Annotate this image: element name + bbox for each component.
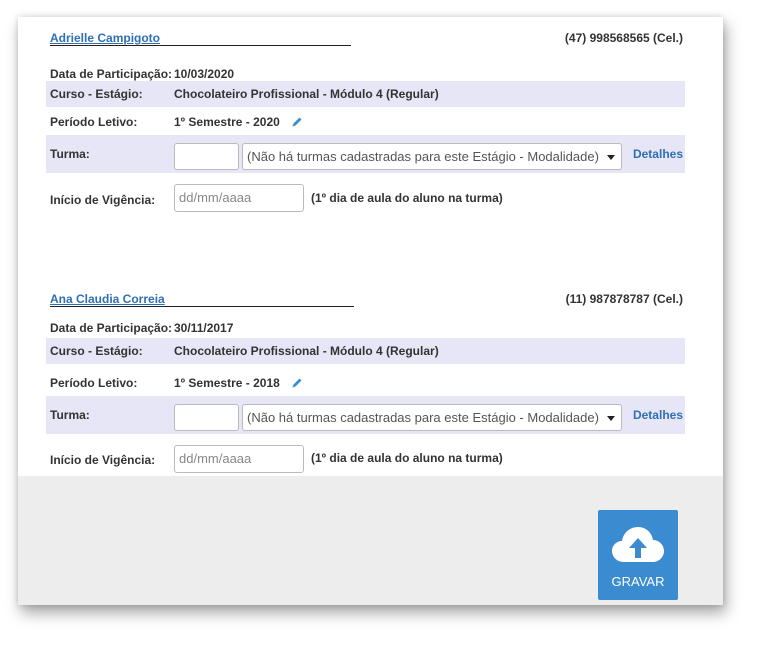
save-button-label: GRAVAR bbox=[611, 574, 665, 589]
course-row: Curso - Estágio: Chocolateiro Profission… bbox=[46, 338, 685, 364]
class-code-input[interactable] bbox=[174, 143, 239, 170]
period-row: Período Letivo: 1º Semestre - 2020 bbox=[46, 109, 685, 135]
details-link[interactable]: Detalhes bbox=[633, 147, 683, 161]
student-name-link[interactable]: Ana Claudia Correia bbox=[50, 292, 165, 306]
participation-date: 10/03/2020 bbox=[174, 67, 235, 81]
start-date-placeholder: dd/mm/aaaa bbox=[179, 190, 252, 205]
students-list: Adrielle Campigoto (47) 998568565 (Cel.)… bbox=[18, 17, 723, 476]
name-underline bbox=[50, 45, 351, 46]
period-row: Período Letivo: 1º Semestre - 2018 bbox=[46, 370, 685, 396]
period-value-wrap: 1º Semestre - 2018 bbox=[174, 376, 303, 390]
chevron-down-icon bbox=[607, 155, 615, 160]
save-button[interactable]: GRAVAR bbox=[598, 510, 678, 600]
class-row: Turma: (Não há turmas cadastradas para e… bbox=[46, 135, 685, 173]
class-code-input[interactable] bbox=[174, 404, 239, 431]
course-value: Chocolateiro Profissional - Módulo 4 (Re… bbox=[174, 344, 439, 358]
start-date-input[interactable]: dd/mm/aaaa bbox=[174, 445, 304, 473]
start-hint: (1º dia de aula do aluno na turma) bbox=[311, 451, 503, 465]
start-date-placeholder: dd/mm/aaaa bbox=[179, 451, 252, 466]
details-link[interactable]: Detalhes bbox=[633, 408, 683, 422]
class-label: Turma: bbox=[50, 147, 90, 161]
chevron-down-icon bbox=[607, 416, 615, 421]
period-value: 1º Semestre - 2020 bbox=[174, 115, 280, 129]
start-date-input[interactable]: dd/mm/aaaa bbox=[174, 184, 304, 212]
start-hint: (1º dia de aula do aluno na turma) bbox=[311, 191, 503, 205]
pencil-icon[interactable] bbox=[291, 116, 303, 128]
start-label: Início de Vigência: bbox=[50, 453, 156, 467]
period-value: 1º Semestre - 2018 bbox=[174, 376, 280, 390]
cloud-upload-icon bbox=[612, 527, 664, 562]
period-label: Período Letivo: bbox=[50, 376, 138, 390]
enrollment-panel: Adrielle Campigoto (47) 998568565 (Cel.)… bbox=[18, 17, 723, 605]
pencil-icon[interactable] bbox=[291, 377, 303, 389]
course-label: Curso - Estágio: bbox=[50, 87, 143, 101]
class-select[interactable]: (Não há turmas cadastradas para este Est… bbox=[242, 143, 622, 170]
participation-label: Data de Participação: bbox=[50, 321, 173, 335]
start-label: Início de Vigência: bbox=[50, 193, 156, 207]
course-label: Curso - Estágio: bbox=[50, 344, 143, 358]
course-row: Curso - Estágio: Chocolateiro Profission… bbox=[46, 81, 685, 107]
student-name-link[interactable]: Adrielle Campigoto bbox=[50, 31, 160, 45]
class-select-value: (Não há turmas cadastradas para este Est… bbox=[247, 149, 599, 164]
period-value-wrap: 1º Semestre - 2020 bbox=[174, 115, 303, 129]
class-row: Turma: (Não há turmas cadastradas para e… bbox=[46, 396, 685, 434]
period-label: Período Letivo: bbox=[50, 115, 138, 129]
student-phone: (11) 987878787 (Cel.) bbox=[565, 292, 683, 306]
class-select-value: (Não há turmas cadastradas para este Est… bbox=[247, 410, 599, 425]
class-label: Turma: bbox=[50, 408, 90, 422]
student-phone: (47) 998568565 (Cel.) bbox=[564, 31, 683, 45]
course-value: Chocolateiro Profissional - Módulo 4 (Re… bbox=[174, 87, 439, 101]
class-select[interactable]: (Não há turmas cadastradas para este Est… bbox=[242, 404, 622, 431]
participation-date: 30/11/2017 bbox=[174, 321, 234, 335]
name-underline bbox=[50, 306, 354, 307]
participation-label: Data de Participação: bbox=[50, 67, 173, 81]
